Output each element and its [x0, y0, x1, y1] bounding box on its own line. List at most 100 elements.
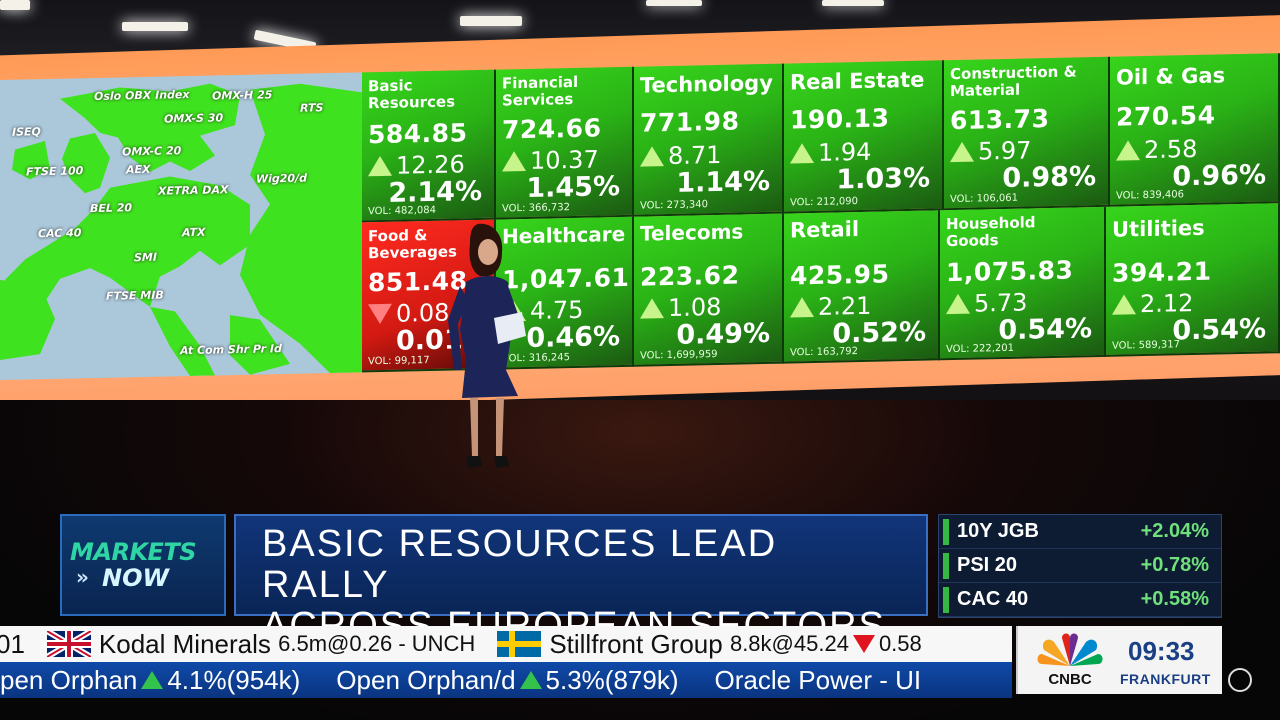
map-label-rts: RTS [300, 101, 324, 115]
sector-value: 584.85 [368, 118, 468, 150]
cnbc-peacock-logo: CNBC [1037, 633, 1103, 688]
status-bar [943, 586, 949, 613]
sector-pct: 0.98% [1002, 161, 1096, 195]
uk-flag-icon [46, 631, 91, 657]
sector-value: 425.95 [790, 259, 890, 291]
ticker-quote: 5.3%(879k) [545, 664, 679, 695]
sector-tile-basic-resources: Basic Resources 584.85 12.26 2.14% VOL: … [362, 69, 496, 223]
ticker-item: pen Orphan 4.1%(954k) [0, 665, 300, 696]
map-label-ftse100: FTSE 100 [26, 164, 84, 179]
markets-now-logo: MARKETS » NOW [60, 514, 226, 616]
sector-name: Technology [640, 70, 773, 98]
ticker-name: Kodal Minerals [98, 628, 271, 659]
up-arrow-icon [1112, 294, 1136, 315]
sector-volume: VOL: 99,117 [368, 354, 430, 368]
sector-volume: VOL: 589,317 [1112, 339, 1181, 352]
chevron-right-icon: » [76, 565, 89, 589]
sector-change-value: 5.73 [974, 288, 1028, 318]
up-arrow-icon [640, 298, 664, 319]
up-arrow-icon [640, 146, 664, 167]
up-arrow-icon [368, 155, 392, 177]
sector-tile-household-goods: Household Goods 1,075.83 5.73 0.54% VOL:… [940, 206, 1106, 361]
sector-pct: 0.52% [832, 316, 926, 350]
ticker-name: Stillfront Group [549, 628, 723, 659]
sector-value: 724.66 [502, 113, 602, 145]
sector-tile-telecoms: Telecoms 223.62 1.08 0.49% VOL: 1,699,95… [634, 213, 784, 367]
map-label-at-com: At Com Shr Pr Id [180, 342, 282, 358]
map-label-bel20: BEL 20 [90, 201, 133, 216]
ceiling-light [0, 0, 30, 10]
ticker-top: 01 Kodal Minerals 6.5m@0.26 - UNCH Still… [0, 626, 1012, 662]
ticker-bottom: pen Orphan 4.1%(954k) Open Orphan/d 5.3%… [0, 662, 1012, 698]
ticker-name: Oracle Power - UI [714, 664, 922, 695]
sector-change-value: 8.71 [668, 140, 722, 171]
headline-box: BASIC RESOURCES LEAD RALLY ACROSS EUROPE… [234, 514, 928, 647]
sector-name: Basic Resources [368, 76, 456, 113]
clock-city: FRANKFURT [1120, 671, 1211, 687]
sector-volume: VOL: 1,699,959 [640, 348, 718, 362]
brand-text: CNBC [1048, 671, 1091, 688]
sector-pct: 0.96% [1172, 159, 1266, 193]
sector-change-value: 5.97 [978, 136, 1032, 166]
brand-line2: NOW [102, 564, 169, 592]
sector-tile-real-estate: Real Estate 190.13 1.94 1.03% VOL: 212,0… [784, 60, 944, 214]
brand-line1: MARKETS [70, 538, 197, 566]
video-wall: Oslo OBX Index OMX-H 25 OMX-S 30 RTS ISE… [0, 45, 1280, 390]
circle-button[interactable] [1228, 668, 1252, 692]
sector-tile-utilities: Utilities 394.21 2.12 0.54% VOL: 589,317 [1106, 203, 1280, 357]
up-arrow-icon [1116, 140, 1140, 161]
ticker-name: Open Orphan/d [336, 664, 516, 695]
sector-change-value: 4.75 [530, 295, 584, 325]
up-arrow-icon [950, 141, 974, 163]
ticker-quote: 8.8k@45.24 [729, 631, 849, 656]
map-label-ftse-mib: FTSE MIB [106, 288, 164, 303]
sector-volume: VOL: 106,061 [950, 192, 1019, 206]
sector-volume: VOL: 163,792 [790, 346, 859, 359]
broadcast-frame: Oslo OBX Index OMX-H 25 OMX-S 30 RTS ISE… [0, 0, 1280, 720]
ticker-change: 0.58 [878, 631, 922, 656]
sector-name: Telecoms [640, 219, 744, 246]
sector-name: Household Goods [946, 213, 1036, 251]
ticker-item: Open Orphan/d 5.3%(879k) [336, 665, 678, 696]
sector-volume: VOL: 273,340 [640, 199, 709, 212]
market-name: CAC 40 [957, 588, 1029, 610]
sector-change-value: 10.37 [530, 145, 599, 175]
market-value: +0.78% [1140, 554, 1209, 576]
up-arrow-icon [790, 296, 814, 318]
ceiling-light [122, 22, 188, 31]
sector-tile-construction-material: Construction & Material 613.73 5.97 0.98… [944, 56, 1110, 211]
sector-value: 223.62 [640, 260, 740, 292]
status-bar [943, 518, 949, 545]
presenter-figure [448, 223, 526, 468]
sector-volume: VOL: 839,406 [1116, 189, 1185, 202]
sector-change-value: 1.94 [818, 137, 872, 167]
down-arrow-icon [852, 635, 875, 653]
sector-pct: 0.46% [526, 321, 620, 354]
sector-volume: VOL: 482,084 [368, 204, 437, 218]
ticker-quote: 6.5m@0.26 - UNCH [278, 631, 476, 656]
ticker-quote: 4.1%(954k) [167, 664, 301, 695]
sector-value: 270.54 [1116, 100, 1216, 132]
market-row: CAC 40 +0.58% [939, 583, 1221, 617]
clock-box: CNBC 09:33 FRANKFURT [1016, 626, 1222, 694]
map-label-wig20: Wig20/d [256, 171, 307, 186]
sector-value: 1,075.83 [946, 255, 1074, 288]
map-label-xetra-dax: XETRA DAX [158, 183, 229, 198]
sector-pct: 1.45% [526, 171, 620, 204]
sector-change-value: 2.21 [818, 291, 872, 321]
sector-value: 394.21 [1112, 256, 1212, 288]
map-label-cac40: CAC 40 [38, 226, 82, 241]
market-name: 10Y JGB [957, 520, 1039, 542]
market-row: PSI 20 +0.78% [939, 549, 1221, 583]
market-row: 10Y JGB +2.04% [939, 515, 1221, 549]
sector-name: Financial Services [502, 72, 579, 110]
map-label-atx: ATX [182, 225, 206, 240]
sector-name: Utilities [1112, 215, 1205, 242]
sector-change-value: 12.26 [396, 150, 465, 180]
sector-name: Retail [790, 217, 860, 243]
market-summary: 10Y JGB +2.04% PSI 20 +0.78% CAC 40 +0.58% [938, 514, 1222, 618]
europe-map: Oslo OBX Index OMX-H 25 OMX-S 30 RTS ISE… [0, 72, 362, 381]
map-label-omxs30: OMX-S 30 [164, 111, 224, 126]
sector-value: 771.98 [640, 106, 740, 138]
sector-value: 190.13 [790, 103, 890, 135]
